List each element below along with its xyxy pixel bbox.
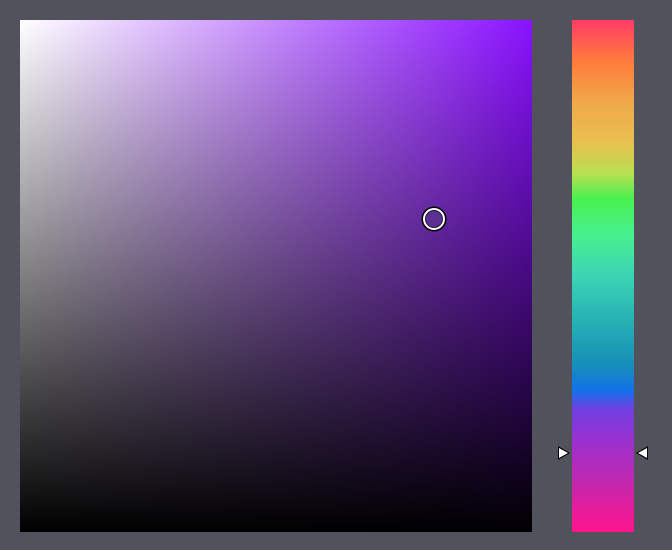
- color-selector-handle[interactable]: [422, 207, 445, 230]
- hue-slider[interactable]: [572, 20, 634, 532]
- value-gradient: [20, 20, 532, 532]
- saturation-value-area[interactable]: [20, 20, 532, 532]
- hue-marker-right-icon[interactable]: [636, 445, 648, 460]
- hue-marker-left-icon[interactable]: [558, 445, 570, 460]
- color-picker: [0, 0, 672, 550]
